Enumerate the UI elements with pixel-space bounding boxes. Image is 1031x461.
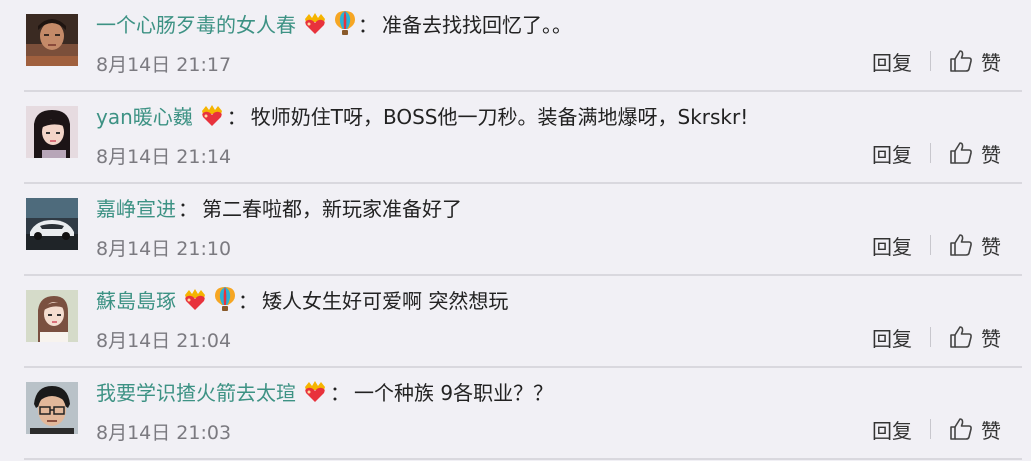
crown-heart-icon [302, 11, 328, 35]
timestamp: 8月14日 21:10 [96, 238, 232, 260]
comment-text: 准备去找找回忆了。。 [382, 12, 572, 37]
avatar[interactable] [26, 106, 78, 158]
reply-button[interactable]: 回复 [872, 415, 912, 444]
comment-item: 嘉峥宣进 ： 第二春啦都，新玩家准备好了 8月14日 21:10 回复 赞 [0, 184, 1031, 276]
thumbs-up-icon [950, 418, 972, 440]
reply-button[interactable]: 回复 [872, 323, 912, 352]
like-label: 赞 [981, 142, 1001, 167]
crown-heart-icon [182, 287, 208, 311]
timestamp: 8月14日 21:04 [96, 330, 232, 352]
thumbs-up-icon [950, 142, 972, 164]
like-button[interactable]: 赞 [949, 415, 1001, 444]
avatar[interactable] [26, 382, 78, 434]
comment-item: 我要学识揸火箭去太瑄 ： 一个种族 9各职业？？ 8月14日 21:03 回复 … [0, 368, 1031, 460]
username-link[interactable]: 一个心肠歹毒的女人春 [96, 9, 296, 38]
colon: ： [330, 380, 350, 405]
username-link[interactable]: yan暖心巍 [96, 101, 193, 130]
avatar[interactable] [26, 198, 78, 250]
divider [24, 458, 1022, 460]
timestamp: 8月14日 21:03 [96, 422, 232, 444]
divider [930, 419, 931, 439]
reply-button[interactable]: 回复 [872, 139, 912, 168]
comment-line: 嘉峥宣进 ： 第二春啦都，新玩家准备好了 [96, 192, 462, 222]
username-link[interactable]: 嘉峥宣进 [96, 193, 176, 222]
comment-actions: 回复 赞 [872, 415, 1001, 444]
comment-item: yan暖心巍 ： 牧师奶住T呀，BOSS他一刀秒。装备满地爆呀，Skrskr! … [0, 92, 1031, 184]
timestamp: 8月14日 21:14 [96, 146, 232, 168]
colon: ： [358, 12, 378, 37]
timestamp: 8月14日 21:17 [96, 54, 232, 76]
like-button[interactable]: 赞 [949, 231, 1001, 260]
like-label: 赞 [981, 50, 1001, 75]
reply-button[interactable]: 回复 [872, 47, 912, 76]
comment-actions: 回复 赞 [872, 231, 1001, 260]
like-button[interactable]: 赞 [949, 323, 1001, 352]
divider [930, 327, 931, 347]
divider [930, 235, 931, 255]
comment-text: 牧师奶住T呀，BOSS他一刀秒。装备满地爆呀，Skrskr! [250, 104, 749, 129]
like-label: 赞 [981, 418, 1001, 443]
divider [930, 143, 931, 163]
colon: ： [226, 104, 247, 129]
comment-line: yan暖心巍 ： 牧师奶住T呀，BOSS他一刀秒。装备满地爆呀，Skrskr! [96, 100, 748, 130]
comment-actions: 回复 赞 [872, 139, 1001, 168]
comment-item: 一个心肠歹毒的女人春 ： 准备去找找回忆了。。 8月14日 21:17 回复 赞 [0, 0, 1031, 92]
crown-heart-icon [199, 103, 225, 127]
comment-item: 蘇島島琢 ： 矮人女生好可爱啊 突然想玩 8月14日 21:04 回复 赞 [0, 276, 1031, 368]
like-label: 赞 [981, 326, 1001, 351]
divider [930, 51, 931, 71]
like-button[interactable]: 赞 [949, 47, 1001, 76]
username-link[interactable]: 蘇島島琢 [96, 285, 176, 314]
thumbs-up-icon [950, 50, 972, 72]
comment-text: 第二春啦都，新玩家准备好了 [202, 196, 462, 221]
thumbs-up-icon [950, 326, 972, 348]
comment-line: 一个心肠歹毒的女人春 ： 准备去找找回忆了。。 [96, 8, 572, 38]
comment-text: 一个种族 9各职业？？ [354, 380, 554, 405]
crown-heart-icon [302, 379, 328, 403]
username-link[interactable]: 我要学识揸火箭去太瑄 [96, 377, 296, 406]
comment-line: 蘇島島琢 ： 矮人女生好可爱啊 突然想玩 [96, 284, 508, 314]
comment-actions: 回复 赞 [872, 47, 1001, 76]
comment-list: 一个心肠歹毒的女人春 ： 准备去找找回忆了。。 8月14日 21:17 回复 赞… [0, 0, 1031, 461]
avatar[interactable] [26, 14, 78, 66]
like-button[interactable]: 赞 [949, 139, 1001, 168]
balloon-icon [334, 10, 356, 36]
comment-line: 我要学识揸火箭去太瑄 ： 一个种族 9各职业？？ [96, 376, 553, 406]
comment-text: 矮人女生好可爱啊 突然想玩 [262, 288, 509, 313]
balloon-icon [214, 286, 236, 312]
avatar[interactable] [26, 290, 78, 342]
colon: ： [238, 288, 258, 313]
reply-button[interactable]: 回复 [872, 231, 912, 260]
like-label: 赞 [981, 234, 1001, 259]
colon: ： [178, 196, 198, 221]
thumbs-up-icon [950, 234, 972, 256]
comment-actions: 回复 赞 [872, 323, 1001, 352]
